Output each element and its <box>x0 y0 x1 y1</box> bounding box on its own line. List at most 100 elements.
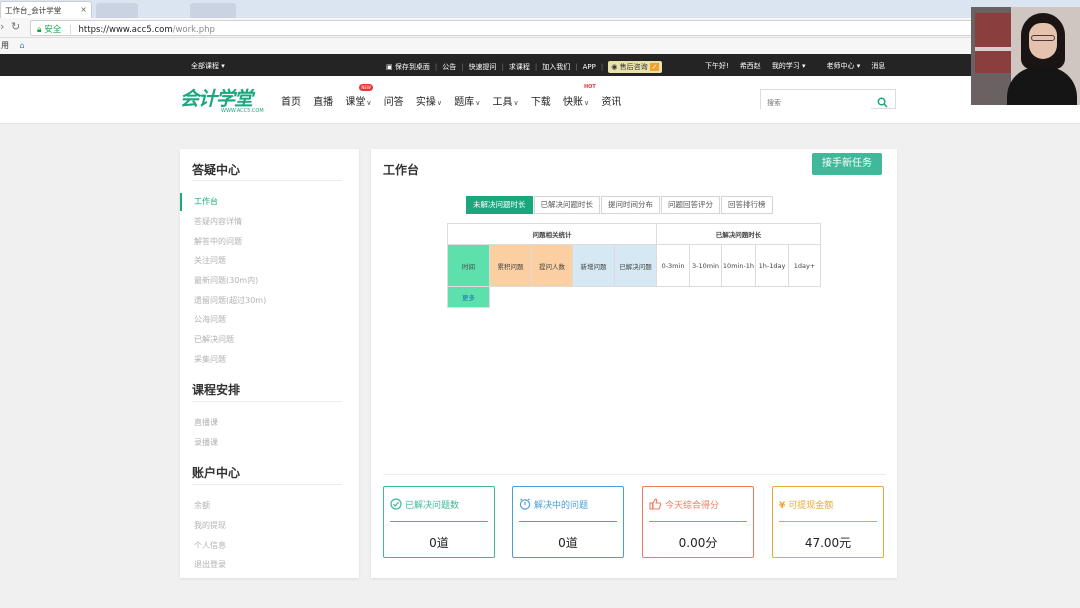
sidebar-item-workbench[interactable]: 工作台 <box>194 196 218 207</box>
sidebar-item-collected[interactable]: 采集问题 <box>194 354 226 365</box>
app-link[interactable]: APP <box>583 63 596 71</box>
nav-question-bank[interactable]: 题库∨ <box>454 93 480 108</box>
my-study-menu[interactable]: 我的学习 ▾ <box>772 62 806 70</box>
nav-label: 资讯 <box>601 97 622 108</box>
webcam-overlay <box>971 7 1080 105</box>
nav-label: 实操 <box>415 97 436 108</box>
user-menu: 下午好! 希西赵 我的学习 ▾ 老师中心 ▾ 消息 <box>705 61 896 71</box>
chevron-down-icon: ∨ <box>436 99 442 107</box>
forward-icon[interactable]: › <box>0 20 4 33</box>
nav-download[interactable]: 下载 <box>531 93 551 108</box>
check-icon: ✓ <box>649 63 660 71</box>
search-icon[interactable] <box>877 93 888 112</box>
active-indicator <box>180 193 182 211</box>
announcement-link[interactable]: 公告 <box>442 62 456 72</box>
sidebar-item-leftover[interactable]: 遗留问题(超过30m) <box>194 295 266 306</box>
browser-tab-inactive[interactable] <box>96 3 138 18</box>
nav-label: 直播 <box>313 97 334 108</box>
browser-tab[interactable]: 工作台_会计学堂 × <box>0 1 92 18</box>
nav-label: 首页 <box>281 97 301 108</box>
sidebar-item-qa-detail[interactable]: 答疑内容详情 <box>194 216 242 227</box>
all-courses-menu[interactable]: 全部课程 ▾ <box>191 61 225 71</box>
sidebar-item-resolved[interactable]: 已解决问题 <box>194 334 234 345</box>
alarm-icon <box>519 498 531 511</box>
nav-practice[interactable]: 实操∨ <box>416 93 442 108</box>
url-separator: | <box>68 25 72 35</box>
nav-live[interactable]: 直播 <box>313 93 333 108</box>
sidebar-item-followed[interactable]: 关注问题 <box>194 255 226 266</box>
nav-label: 下载 <box>530 97 551 108</box>
tab-answer-ranking[interactable]: 回答排行榜 <box>721 196 773 214</box>
nav-label: 题库 <box>454 97 475 108</box>
support-button[interactable]: ◉ 售后咨询 ✓ <box>608 61 663 73</box>
security-label: 安全 <box>44 25 62 35</box>
browser-tab-strip: 工作台_会计学堂 × <box>0 0 1080 18</box>
browser-tab-title: 工作台_会计学堂 <box>5 6 62 15</box>
sidebar-item-live-course[interactable]: 直播课 <box>194 417 218 428</box>
table-col-1day-plus: 1day+ <box>788 244 821 287</box>
webcam-bookshelf <box>975 13 1011 73</box>
close-tab-icon[interactable]: × <box>80 5 87 14</box>
sidebar-item-logout[interactable]: 退出登录 <box>194 559 226 570</box>
webcam-shelf <box>975 47 1011 51</box>
sidebar-item-answering[interactable]: 解答中的问题 <box>194 236 242 247</box>
nav-classroom[interactable]: NEW 课堂∨ <box>345 84 373 108</box>
sidebar-item-latest[interactable]: 最新问题(30m内) <box>194 275 258 286</box>
site-logo[interactable]: 会计学堂 WWW.ACC5.COM <box>180 84 264 114</box>
request-course-link[interactable]: 求课程 <box>509 62 530 72</box>
check-circle-icon <box>390 498 402 511</box>
take-new-task-button[interactable]: 接手新任务 <box>812 153 882 175</box>
card-divider <box>649 521 747 522</box>
divider: | <box>501 63 504 71</box>
nav-news[interactable]: 资讯 <box>601 93 621 108</box>
nav-home[interactable]: 首页 <box>281 93 301 108</box>
divider <box>192 180 342 181</box>
card-title-label: 解决中的问题 <box>534 501 589 511</box>
chevron-down-icon: ∨ <box>475 99 481 107</box>
workbench-panel: 工作台 接手新任务 未解决问题时长 已解决问题时长 提问时间分布 问题回答评分 回答排行… <box>371 149 897 578</box>
divider <box>192 484 342 485</box>
sidebar-section-qa: 答疑中心 <box>192 163 241 177</box>
browser-tab-inactive[interactable] <box>190 3 236 18</box>
table-col-time: 时间 <box>447 244 490 287</box>
nav-quick-account[interactable]: HOT 快账∨ <box>563 84 596 108</box>
divider: | <box>434 63 438 71</box>
tab-resolved-duration[interactable]: 已解决问题时长 <box>533 196 600 214</box>
sidebar-section-course: 课程安排 <box>192 383 241 397</box>
join-us-link[interactable]: 加入我们 <box>542 62 570 72</box>
chevron-down-icon: ∨ <box>513 99 519 107</box>
stat-card-score: 今天综合得分 0.00分 <box>642 486 754 558</box>
table-col-accumulated: 累积问题 <box>489 244 532 287</box>
sidebar-item-public[interactable]: 公海问题 <box>194 314 226 325</box>
new-badge: NEW <box>359 84 373 91</box>
tab-answer-rating[interactable]: 问题回答评分 <box>661 196 720 214</box>
sidebar-item-withdraw[interactable]: 我的提现 <box>194 520 226 531</box>
sidebar: 答疑中心 工作台 答疑内容详情 解答中的问题 关注问题 最新问题(30m内) 遗… <box>180 149 359 578</box>
sidebar-item-balance[interactable]: 余额 <box>194 500 210 511</box>
sidebar-item-recorded-course[interactable]: 录播课 <box>194 437 218 448</box>
search-input[interactable] <box>761 94 871 112</box>
more-link[interactable]: 更多 <box>447 286 490 308</box>
nav-qa[interactable]: 问答 <box>384 93 404 108</box>
card-title: ¥ 可提现金额 <box>779 498 833 511</box>
table-group-header: 问题相关统计 <box>447 223 657 245</box>
quick-ask-link[interactable]: 快速提问 <box>469 62 497 72</box>
tab-unresolved-duration[interactable]: 未解决问题时长 <box>466 196 533 214</box>
teacher-center-menu[interactable]: 老师中心 ▾ <box>827 62 861 70</box>
messages-link[interactable]: 消息 <box>871 62 885 70</box>
site-topbar: 全部课程 ▾ ▣ 保存到桌面 | 公告 | 快速提问 | 求课程 | 加入我们 | APP | ◉ 售后… <box>0 54 1080 76</box>
sidebar-item-profile[interactable]: 个人信息 <box>194 540 226 551</box>
url-field[interactable]: 🔒︎ 安全 | https://www.acc5.com/work.php <box>30 20 975 36</box>
table-col-askers: 提问人数 <box>531 244 573 287</box>
save-desktop-link[interactable]: ▣ 保存到桌面 <box>386 62 430 72</box>
username[interactable]: 希西赵 <box>740 62 761 70</box>
card-value: 0.00分 <box>678 536 718 550</box>
tab-ask-time-distribution[interactable]: 提问时间分布 <box>601 196 660 214</box>
url-path: /work.php <box>172 25 215 35</box>
reload-icon[interactable]: ↻ <box>11 20 20 33</box>
apps-icon[interactable]: ⌂ <box>20 41 25 50</box>
main-nav: 首页 直播 NEW 课堂∨ 问答 实操∨ 题库∨ 工具∨ 下载 HOT 快账∨ 资讯 <box>281 84 630 108</box>
nav-tools[interactable]: 工具∨ <box>493 93 519 108</box>
table-col-1h-1day: 1h-1day <box>755 244 789 287</box>
card-divider <box>779 521 877 522</box>
